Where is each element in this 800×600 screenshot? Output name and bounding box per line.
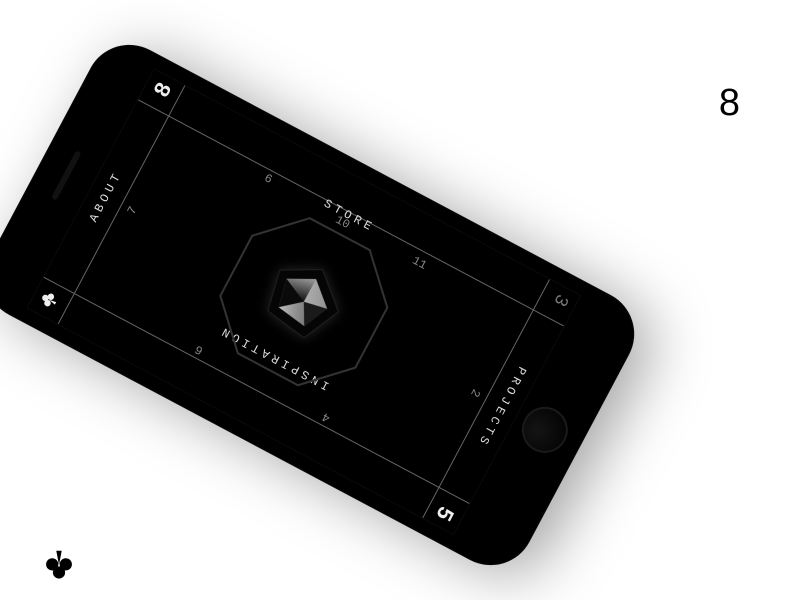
phone-mockup: ABOUT STORE PROJECTS INSPIRATION 8 5 3 7… (0, 29, 650, 580)
tick-right-upper: 6 (261, 171, 274, 187)
card-suit-bottom-left (42, 548, 76, 582)
center-graphic[interactable] (189, 187, 419, 417)
tick-bottom: 2 (467, 386, 483, 399)
card-rank-top-right: 8 (719, 82, 740, 125)
clubs-icon (42, 548, 76, 582)
tick-top: 7 (125, 204, 141, 217)
